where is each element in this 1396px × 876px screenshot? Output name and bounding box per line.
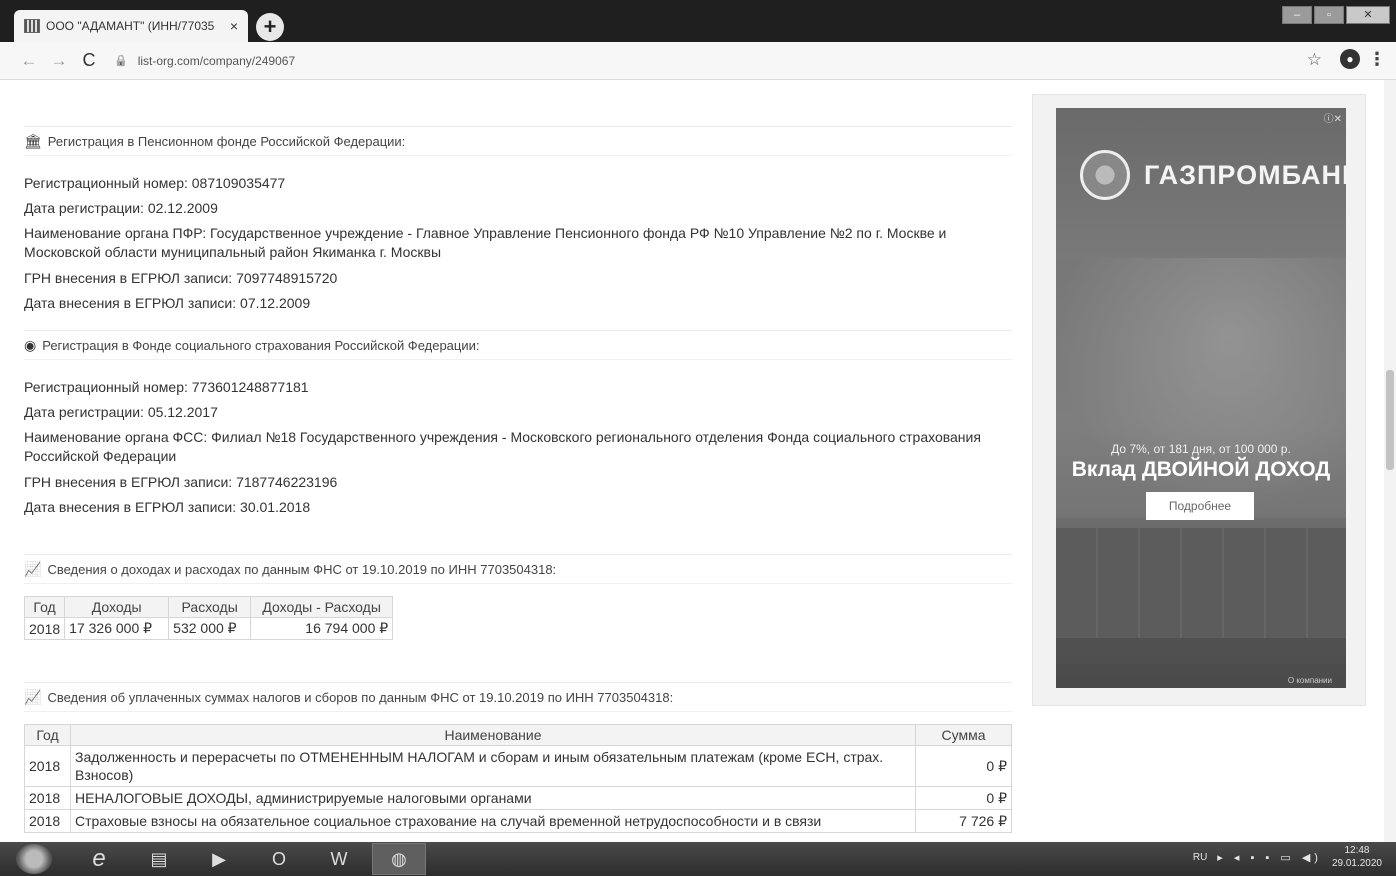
- ad-brand-name: ГАЗПРОМБАНК: [1144, 159, 1346, 190]
- table-header-row: Год Наименование Сумма: [24, 724, 1012, 746]
- column-header: Год: [23, 596, 66, 618]
- tray-icons[interactable]: ▸ ◂ ▪ ▪ ▭ ◀): [1217, 851, 1322, 864]
- income-section-heading: 📈 Сведения о доходах и расходах по данны…: [24, 554, 1012, 584]
- ad-background-floor: [1056, 528, 1346, 638]
- browser-tab-bar: ООО "АДАМАНТ" (ИНН/77035 × + – ▫ ✕: [0, 0, 1396, 42]
- table-cell: 2018: [24, 786, 71, 810]
- explorer-taskbar-icon[interactable]: ▤: [132, 843, 186, 875]
- ie-taskbar-icon[interactable]: e: [72, 843, 126, 875]
- table-cell: 2018: [23, 617, 66, 640]
- scrollbar-thumb[interactable]: [1386, 370, 1394, 470]
- page-content: 🏛 Регистрация в Пенсионном фонде Российс…: [0, 80, 1396, 842]
- fss-heading-text: Регистрация в Фонде социального страхова…: [42, 337, 480, 353]
- pfr-heading-text: Регистрация в Пенсионном фонде Российско…: [47, 133, 406, 149]
- column-header: Доходы: [64, 596, 170, 618]
- table-cell: Задолженность и перерасчеты по ОТМЕНЕННЫ…: [70, 745, 916, 787]
- fss-reg-date: Дата регистрации: 05.12.2017: [24, 404, 218, 420]
- browser-menu-icon[interactable]: ⋮: [1368, 49, 1386, 70]
- fss-icon: ◉: [24, 336, 37, 353]
- ad-more-button[interactable]: Подробнее: [1146, 492, 1254, 520]
- ad-footer-link[interactable]: О компании: [1288, 676, 1332, 685]
- profile-icon[interactable]: ●: [1340, 49, 1360, 69]
- column-header: Расходы: [168, 596, 252, 618]
- tab-title: ООО "АДАМАНТ" (ИНН/77035: [45, 19, 215, 33]
- outlook-taskbar-icon[interactable]: O: [252, 843, 306, 875]
- pfr-reg-date: Дата регистрации: 02.12.2009: [24, 200, 218, 216]
- gazprombank-logo-icon: [1080, 150, 1130, 200]
- column-header: Доходы - Расходы: [250, 596, 394, 618]
- table-cell: 7 726 ₽: [915, 809, 1012, 833]
- fss-section-heading: ◉ Регистрация в Фонде социального страхо…: [24, 330, 1012, 360]
- table-row: 2018 Страховые взносы на обязательное со…: [24, 809, 1012, 833]
- pfr-grn: ГРН внесения в ЕГРЮЛ записи: 70977489157…: [24, 270, 338, 286]
- pfr-reg-number: Регистрационный номер: 087109035477: [24, 175, 286, 191]
- ad-close-icon[interactable]: ⓘ✕: [1324, 110, 1342, 125]
- ad-terms: До 7%, от 181 дня, от 100 000 р.: [1111, 442, 1291, 456]
- table-cell: 0 ₽: [915, 786, 1012, 810]
- favicon-icon: [24, 19, 40, 33]
- table-cell: 16 794 000 ₽: [250, 617, 394, 640]
- word-taskbar-icon[interactable]: W: [312, 843, 366, 875]
- new-tab-button[interactable]: +: [256, 13, 284, 41]
- tab-close-icon[interactable]: ×: [230, 18, 238, 34]
- back-icon[interactable]: ←: [14, 51, 44, 71]
- table-cell: 0 ₽: [915, 745, 1012, 787]
- fss-egrul-date: Дата внесения в ЕГРЮЛ записи: 30.01.2018: [24, 499, 311, 515]
- column-header: Наименование: [70, 724, 916, 746]
- ad-logo: ГАЗПРОМБАНК: [1080, 150, 1346, 200]
- fss-authority-name: Наименование органа ФСС: Филиал №18 Госу…: [24, 429, 981, 464]
- taxes-heading-text: Сведения об уплаченных суммах налогов и …: [47, 689, 674, 705]
- reload-icon[interactable]: C: [74, 50, 104, 71]
- language-indicator[interactable]: RU: [1193, 852, 1207, 863]
- close-window-button[interactable]: ✕: [1346, 6, 1390, 24]
- table-cell: 2018: [24, 809, 71, 833]
- table-cell: 2018: [24, 745, 71, 787]
- clock[interactable]: 12:48 29.01.2020: [1332, 844, 1382, 870]
- bookmark-star-icon[interactable]: ☆: [1307, 50, 1322, 70]
- clock-time: 12:48: [1344, 845, 1370, 856]
- lock-icon: 🔒: [114, 55, 128, 67]
- pfr-egrul-date: Дата внесения в ЕГРЮЛ записи: 07.12.2009: [24, 295, 311, 311]
- minimize-button[interactable]: –: [1282, 6, 1312, 24]
- pfr-section-heading: 🏛 Регистрация в Пенсионном фонде Российс…: [24, 126, 1012, 156]
- chart-icon: 📈: [24, 560, 42, 577]
- ad-headline: Вклад ДВОЙНОЙ ДОХОД: [1071, 458, 1331, 481]
- windows-taskbar: e ▤ ▶ O W ◍ RU ▸ ◂ ▪ ▪ ▭ ◀) 12:48 29.01.…: [0, 842, 1396, 876]
- pfr-authority-name: Наименование органа ПФР: Государственное…: [24, 225, 947, 260]
- window-controls: – ▫ ✕: [1282, 6, 1390, 24]
- table-header-row: Год Доходы Расходы Доходы - Расходы: [23, 596, 394, 618]
- forward-icon[interactable]: →: [44, 51, 74, 71]
- table-cell: 17 326 000 ₽: [64, 617, 170, 640]
- maximize-button[interactable]: ▫: [1314, 6, 1344, 24]
- system-tray: RU ▸ ◂ ▪ ▪ ▭ ◀) 12:48 29.01.2020: [1193, 844, 1382, 870]
- table-row: 2018 17 326 000 ₽ 532 000 ₽ 16 794 000 ₽: [23, 617, 394, 640]
- fss-grn: ГРН внесения в ЕГРЮЛ записи: 71877462231…: [24, 474, 338, 490]
- chart-icon: 📈: [24, 688, 42, 705]
- taxes-table: Год Наименование Сумма 2018 Задолженност…: [24, 724, 1012, 833]
- chrome-taskbar-icon[interactable]: ◍: [372, 843, 426, 875]
- table-cell: НЕНАЛОГОВЫЕ ДОХОДЫ, администрируемые нал…: [70, 786, 916, 810]
- table-row: 2018 Задолженность и перерасчеты по ОТМЕ…: [24, 745, 1012, 787]
- column-header: Год: [24, 724, 71, 746]
- page-scrollbar[interactable]: [1384, 80, 1396, 842]
- gazprombank-ad[interactable]: ⓘ✕ ГАЗПРОМБАНК До 7%, от 181 дня, от 100…: [1056, 108, 1346, 688]
- building-icon: 🏛: [24, 132, 42, 149]
- taxes-section-heading: 📈 Сведения об уплаченных суммах налогов …: [24, 682, 1012, 712]
- start-button[interactable]: [16, 844, 52, 874]
- table-row: 2018 НЕНАЛОГОВЫЕ ДОХОДЫ, администрируемы…: [24, 786, 1012, 810]
- clock-date: 29.01.2020: [1331, 858, 1382, 869]
- table-cell: Страховые взносы на обязательное социаль…: [70, 809, 916, 833]
- income-table: Год Доходы Расходы Доходы - Расходы 2018…: [23, 596, 394, 640]
- url-text: list-org.com/company/249067: [137, 53, 296, 68]
- browser-tab[interactable]: ООО "АДАМАНТ" (ИНН/77035 ×: [14, 10, 248, 42]
- browser-toolbar: ← → C 🔒 list-org.com/company/249067: [0, 42, 1396, 80]
- media-player-taskbar-icon[interactable]: ▶: [192, 843, 246, 875]
- address-bar[interactable]: 🔒 list-org.com/company/249067: [114, 47, 1384, 75]
- column-header: Сумма: [915, 724, 1012, 746]
- fss-reg-number: Регистрационный номер: 773601248877181: [24, 379, 309, 395]
- income-heading-text: Сведения о доходах и расходах по данным …: [47, 561, 557, 577]
- table-cell: 532 000 ₽: [168, 617, 252, 640]
